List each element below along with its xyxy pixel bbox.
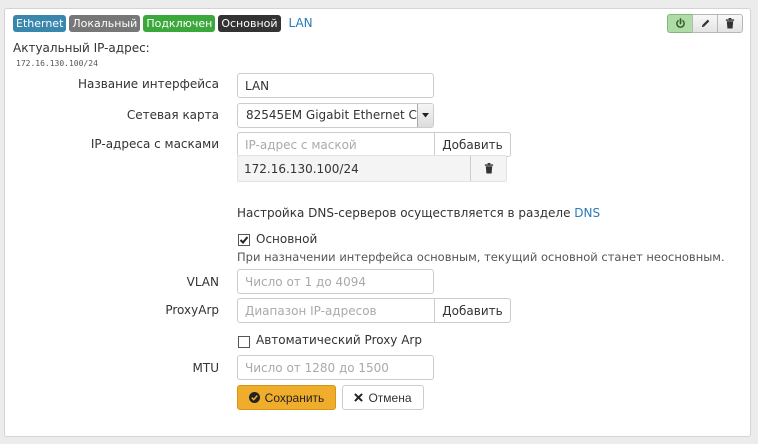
dns-note: Настройка DNS-серверов осуществляется в … xyxy=(237,206,600,220)
nic-label: Сетевая карта xyxy=(126,108,219,122)
header-badges: Ethernet Локальный Подключен Основной LA… xyxy=(13,14,313,32)
power-button[interactable] xyxy=(667,14,693,33)
ip-list-item: 172.16.130.100/24 xyxy=(237,155,507,182)
power-icon xyxy=(675,18,685,28)
mtu-label: MTU xyxy=(192,361,219,375)
trash-icon xyxy=(725,18,735,29)
vlan-label: VLAN xyxy=(186,275,219,289)
delete-button[interactable] xyxy=(717,14,743,33)
auto-proxy-label[interactable]: Автоматический Proxy Arp xyxy=(256,333,422,347)
auto-proxy-checkbox[interactable] xyxy=(238,336,250,348)
save-button[interactable]: Сохранить xyxy=(237,385,336,410)
ip-input[interactable] xyxy=(237,132,435,157)
main-checkbox-label[interactable]: Основной xyxy=(256,232,317,246)
proxyarp-add-button[interactable]: Добавить xyxy=(434,298,511,323)
cancel-button-label: Отмена xyxy=(368,390,412,405)
badge-connected: Подключен xyxy=(143,14,216,32)
current-ip-label: Актуальный IP-адрес: xyxy=(13,41,150,55)
proxyarp-input[interactable] xyxy=(237,298,435,323)
pencil-icon xyxy=(701,19,709,28)
badge-ethernet: Ethernet xyxy=(13,14,67,32)
current-ip-value: 172.16.130.100/24 xyxy=(16,59,98,68)
ip-list-value: 172.16.130.100/24 xyxy=(244,162,359,176)
nic-select-value: 82545EM Gigabit Ethernet Co xyxy=(246,108,425,122)
nic-select[interactable]: 82545EM Gigabit Ethernet Co xyxy=(237,103,434,128)
proxyarp-label: ProxyArp xyxy=(165,303,219,317)
dropdown-arrow-icon[interactable] xyxy=(417,104,433,127)
interface-title[interactable]: LAN xyxy=(289,16,313,30)
check-circle-icon xyxy=(248,392,260,403)
name-input[interactable] xyxy=(237,73,434,98)
trash-icon xyxy=(484,163,493,174)
badge-local: Локальный xyxy=(69,14,141,32)
badge-main: Основной xyxy=(218,14,281,32)
interface-panel: Ethernet Локальный Подключен Основной LA… xyxy=(4,8,751,437)
ip-add-button[interactable]: Добавить xyxy=(434,132,511,157)
dns-note-text: Настройка DNS-серверов осуществляется в … xyxy=(237,206,575,220)
close-icon xyxy=(354,393,364,402)
name-label: Название интерфейса xyxy=(77,77,219,91)
toolbar xyxy=(667,14,743,33)
main-checkbox[interactable] xyxy=(238,234,250,246)
edit-button[interactable] xyxy=(692,14,718,33)
mtu-input[interactable] xyxy=(237,355,434,380)
main-hint: При назначении интерфейса основным, теку… xyxy=(237,250,725,264)
ip-delete-button[interactable] xyxy=(470,156,506,181)
save-button-label: Сохранить xyxy=(264,390,325,405)
vlan-input[interactable] xyxy=(237,269,434,294)
dns-link[interactable]: DNS xyxy=(574,206,600,220)
cancel-button[interactable]: Отмена xyxy=(342,385,424,410)
ip-label: IP-адреса с масками xyxy=(90,137,219,151)
checkmark-icon xyxy=(239,236,249,244)
